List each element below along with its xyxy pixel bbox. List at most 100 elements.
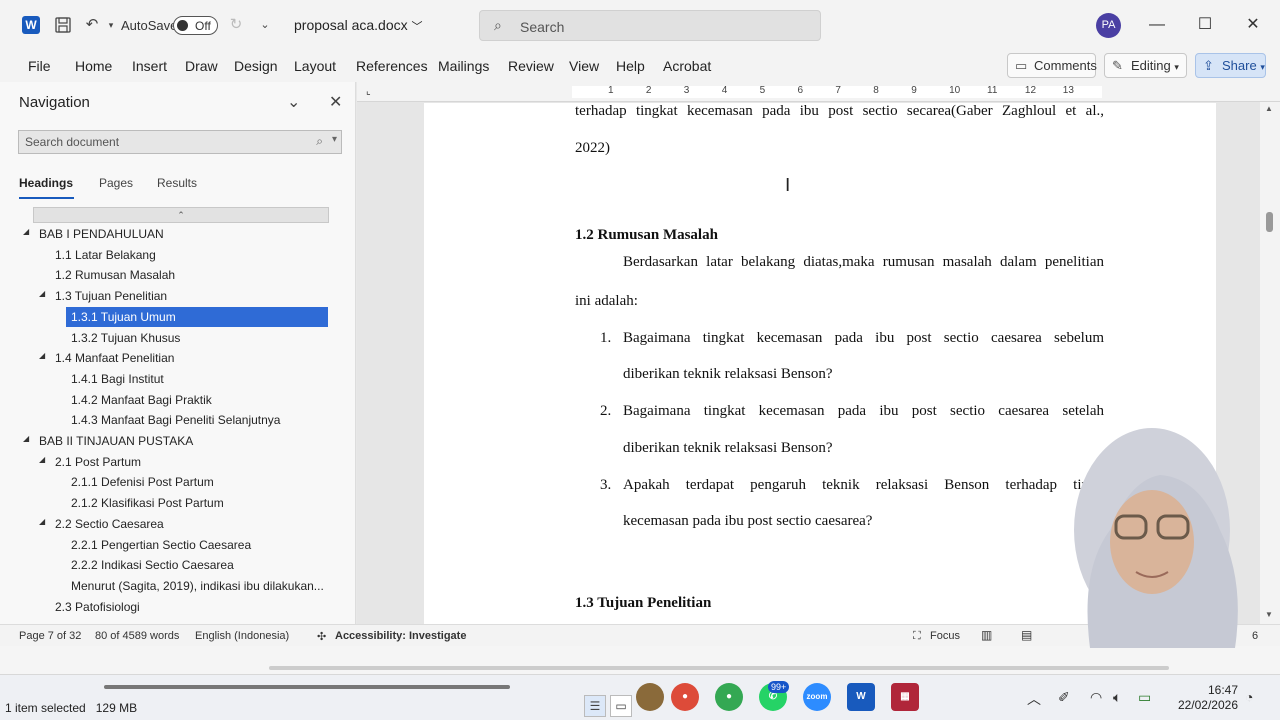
tab-headings[interactable]: Headings <box>19 176 73 190</box>
scroll-up-icon[interactable]: ▲ <box>1265 104 1273 113</box>
pencil-icon: ✎ <box>1112 58 1123 73</box>
app-icon[interactable] <box>636 683 664 711</box>
navigation-scrollbar[interactable] <box>344 202 350 622</box>
ruler-number: 4 <box>721 85 728 96</box>
heading-item[interactable]: 1.4.3 Manfaat Bagi Peneliti Selanjutnya <box>0 410 340 430</box>
heading-item[interactable]: 2.1.2 Klasifikasi Post Partum <box>0 493 340 513</box>
tab-review[interactable]: Review <box>508 58 554 74</box>
avatar[interactable]: PA <box>1096 13 1121 38</box>
horizontal-scrollbar[interactable] <box>269 666 1169 670</box>
accessibility-label: Accessibility: Investigate <box>335 630 467 642</box>
chrome-profile-icon[interactable]: ● <box>715 683 743 711</box>
chrome-icon[interactable]: ● <box>671 683 699 711</box>
share-button[interactable]: ⇪ Share ▾ <box>1195 53 1266 78</box>
read-mode-icon[interactable]: ▥ <box>981 628 992 642</box>
text-cursor-icon: I <box>785 175 791 196</box>
tab-insert[interactable]: Insert <box>132 58 167 74</box>
expand-arrow-icon[interactable]: ◢ <box>39 351 45 360</box>
heading-item[interactable]: 2.1.1 Defenisi Post Partum <box>0 472 340 492</box>
document-title[interactable]: proposal aca.docx ﹀ <box>294 17 423 34</box>
heading-item[interactable]: ◢ 2.2 Sectio Caesarea <box>0 514 340 534</box>
tab-pages[interactable]: Pages <box>99 176 133 190</box>
explorer-scrollbar[interactable] <box>104 685 510 689</box>
expand-arrow-icon[interactable]: ◢ <box>23 227 29 236</box>
heading-item[interactable]: 1.4.2 Manfaat Bagi Praktik <box>0 390 340 410</box>
list-item-line: diberikan teknik relaksasi Benson? <box>623 366 833 382</box>
chevron-down-icon[interactable]: ⌄ <box>287 92 300 112</box>
heading-item-chapter[interactable]: ◢ BAB II TINJAUAN PUSTAKA <box>0 431 340 451</box>
scroll-down-icon[interactable]: ▼ <box>1265 610 1273 619</box>
customize-toolbar-icon[interactable]: ⌄ <box>256 16 274 34</box>
heading-item[interactable]: 1.2 Rumusan Masalah <box>0 265 340 285</box>
tab-results[interactable]: Results <box>157 176 197 190</box>
heading-item[interactable]: 2.2.1 Pengertian Sectio Caesarea <box>0 535 340 555</box>
horizontal-ruler[interactable]: ⌞ 1 2 3 4 5 6 7 8 9 10 11 12 13 <box>357 82 1280 102</box>
expand-arrow-icon[interactable]: ◢ <box>23 434 29 443</box>
close-button[interactable]: ✕ <box>1242 14 1264 36</box>
tab-references[interactable]: References <box>356 58 428 74</box>
print-layout-icon[interactable]: ▤ <box>1021 628 1032 642</box>
heading-item[interactable]: ◢ 1.4 Manfaat Penelitian <box>0 348 340 368</box>
heading-item[interactable]: 1.3.2 Tujuan Khusus <box>0 328 340 348</box>
editing-mode-button[interactable]: ✎ Editing ▾ <box>1104 53 1187 78</box>
heading-item[interactable]: 2.3 Patofisiologi <box>0 597 340 617</box>
expand-arrow-icon[interactable]: ◢ <box>39 455 45 464</box>
heading-item[interactable]: ◢ 1.3 Tujuan Penelitian <box>0 286 340 306</box>
notification-icon[interactable]: ◔ <box>1245 689 1253 705</box>
focus-button[interactable]: Focus <box>930 630 960 642</box>
tab-file[interactable]: File <box>28 58 51 74</box>
tab-help[interactable]: Help <box>616 58 645 74</box>
tiles-view-icon[interactable]: ▭ <box>610 695 632 717</box>
expand-arrow-icon[interactable]: ◢ <box>39 289 45 298</box>
page-count[interactable]: Page 7 of 32 <box>19 630 81 642</box>
heading-item[interactable]: ◢ 2.1 Post Partum <box>0 452 340 472</box>
heading-item[interactable]: 1.3.1 Tujuan Umum <box>66 306 328 327</box>
accessibility-status[interactable]: Accessibility: Investigate <box>335 630 466 642</box>
close-icon[interactable]: ✕ <box>329 92 342 112</box>
navigation-search-input[interactable]: Search document ⌕ ▾ <box>18 130 342 154</box>
zoom-icon[interactable]: zoom <box>803 683 831 711</box>
word-taskbar-icon[interactable]: W <box>847 683 875 711</box>
tab-design[interactable]: Design <box>234 58 278 74</box>
word-count[interactable]: 80 of 4589 words <box>95 630 179 642</box>
search-input[interactable]: ⌕ Search <box>479 10 821 41</box>
ruler-number: 8 <box>873 85 879 96</box>
heading-label: 1.1 Latar Belakang <box>55 247 156 262</box>
heading-item[interactable]: 1.1 Latar Belakang <box>0 245 340 265</box>
clock[interactable]: 16:47 22/02/2026 <box>1178 683 1238 712</box>
expand-arrow-icon[interactable]: ◢ <box>39 517 45 526</box>
volume-icon[interactable]: 🔈︎ <box>1113 689 1121 706</box>
collapse-bar[interactable]: ⌃ <box>33 207 329 223</box>
tab-mailings[interactable]: Mailings <box>438 58 489 74</box>
undo-dropdown-icon[interactable]: ▾ <box>102 16 120 34</box>
app-red-icon[interactable]: ▦ <box>891 683 919 711</box>
tab-home[interactable]: Home <box>75 58 112 74</box>
tab-layout[interactable]: Layout <box>294 58 336 74</box>
minimize-button[interactable]: — <box>1146 14 1168 36</box>
autosave-toggle[interactable]: Off <box>173 16 218 35</box>
heading-item-chapter[interactable]: ◢ BAB I PENDAHULUAN <box>0 224 340 244</box>
maximize-button[interactable]: ☐ <box>1194 14 1216 36</box>
wifi-icon[interactable]: ◠ <box>1090 689 1102 706</box>
tab-draw[interactable]: Draw <box>185 58 218 74</box>
heading-item[interactable]: 2.2.2 Indikasi Sectio Caesarea <box>0 555 340 575</box>
details-view-icon[interactable]: ☰ <box>584 695 606 717</box>
heading-item[interactable]: 1.4.1 Bagi Institut <box>0 369 340 389</box>
heading-label: BAB II TINJAUAN PUSTAKA <box>39 434 194 448</box>
search-icon: ⌕ <box>316 134 323 148</box>
pen-icon[interactable]: ✐ <box>1058 689 1070 706</box>
save-icon[interactable] <box>54 16 72 34</box>
show-hidden-icons-icon[interactable]: ︿ <box>1027 689 1041 709</box>
redo-icon[interactable]: ↻ <box>227 16 245 34</box>
undo-icon[interactable]: ↶ <box>83 16 101 34</box>
scrollbar-thumb[interactable] <box>1266 212 1273 232</box>
tab-view[interactable]: View <box>569 58 599 74</box>
language-indicator[interactable]: English (Indonesia) <box>195 630 289 642</box>
editing-label: Editing <box>1131 58 1171 73</box>
heading-item[interactable]: Menurut (Sagita, 2019), indikasi ibu dil… <box>0 576 340 596</box>
heading-label: 2.3 Patofisiologi <box>55 599 140 614</box>
tab-stop-selector-icon[interactable]: ⌞ <box>366 86 371 97</box>
battery-icon[interactable]: ▭ <box>1138 689 1151 706</box>
tab-acrobat[interactable]: Acrobat <box>663 58 711 74</box>
comments-button[interactable]: ▭ Comments <box>1007 53 1097 78</box>
